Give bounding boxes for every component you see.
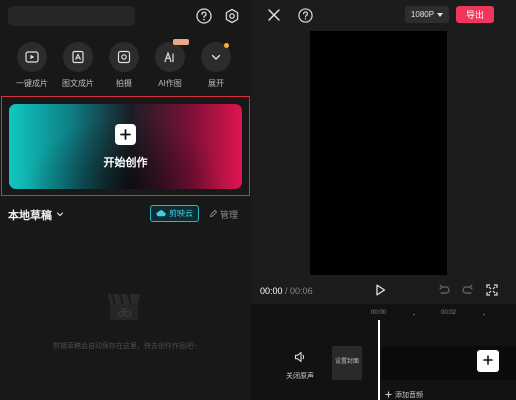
cloud-icon: [156, 209, 166, 219]
time-display: 00:00 / 00:06: [260, 286, 313, 296]
settings-icon[interactable]: [223, 7, 241, 25]
resolution-dropdown[interactable]: 1080P: [405, 6, 449, 23]
quick-action-label: 拍摄: [116, 79, 132, 88]
quick-action-ai-image[interactable]: AI作图: [150, 39, 190, 89]
current-time: 00:00: [260, 286, 283, 296]
timeline-tick: 00:02: [441, 310, 457, 316]
quick-action-label: 展开: [208, 79, 224, 88]
add-audio-button[interactable]: 添加音频: [385, 390, 423, 400]
plus-icon: [115, 124, 136, 145]
manage-label: 管理: [220, 210, 239, 220]
camera-icon: [109, 42, 139, 72]
home-panel: 一键成片 图文成片 拍摄 AI作图 展开 开始创作 本地草稿 剪映云 管理 剪辑…: [0, 0, 250, 400]
speaker-icon: [294, 350, 306, 367]
plus-icon: [385, 391, 392, 400]
close-icon[interactable]: [265, 6, 283, 24]
chevron-down-icon: [201, 42, 231, 72]
video-preview[interactable]: [310, 31, 447, 275]
plus-icon: [483, 352, 493, 370]
quick-action-shoot[interactable]: 拍摄: [104, 42, 144, 89]
quick-action-one-click[interactable]: 一键成片: [12, 42, 52, 89]
quick-action-label: 一键成片: [16, 79, 48, 88]
quick-action-image-text[interactable]: 图文成片: [58, 42, 98, 89]
local-drafts-title: 本地草稿: [8, 210, 52, 222]
notification-dot: [224, 43, 229, 48]
play-square-icon: [17, 42, 47, 72]
start-creation-button[interactable]: 开始创作: [9, 104, 242, 189]
quick-action-label: AI作图: [158, 79, 182, 88]
edit-icon: [209, 209, 218, 220]
start-creation-label: 开始创作: [103, 157, 148, 169]
mute-original-button[interactable]: 关闭原声: [285, 350, 315, 381]
ai-badge: [173, 39, 189, 45]
total-time: / 00:06: [285, 286, 313, 296]
timeline-dot: •: [413, 313, 416, 319]
playhead[interactable]: [378, 320, 380, 400]
undo-icon[interactable]: [437, 283, 451, 297]
add-audio-label: 添加音频: [395, 392, 423, 399]
set-cover-button[interactable]: 设置封面: [332, 346, 362, 380]
timeline-tick: 00:00: [371, 310, 387, 316]
editor-panel: 1080P 导出 00:00 / 00:06 00:00 • 00:02 • 关…: [251, 0, 516, 400]
chevron-down-icon: [56, 209, 64, 221]
help-icon[interactable]: [296, 6, 314, 24]
cloud-label: 剪映云: [169, 209, 193, 218]
image-text-icon: [63, 42, 93, 72]
empty-drafts-icon: [102, 284, 146, 328]
timeline-dot: •: [483, 313, 486, 319]
fullscreen-icon[interactable]: [485, 283, 499, 297]
add-clip-button[interactable]: [477, 350, 499, 372]
redo-icon[interactable]: [461, 283, 475, 297]
quick-action-label: 图文成片: [62, 79, 94, 88]
empty-drafts-text: 剪辑草稿会自动保存在这里，快去创作作品吧~: [52, 343, 198, 350]
quick-action-expand[interactable]: 展开: [196, 42, 236, 89]
search-bar[interactable]: [8, 6, 135, 26]
manage-button[interactable]: 管理: [209, 208, 238, 221]
help-icon[interactable]: [195, 7, 213, 25]
start-creation-highlight: 开始创作: [1, 96, 250, 196]
ai-image-icon: [155, 39, 189, 72]
play-icon[interactable]: [373, 283, 387, 297]
timeline[interactable]: 00:00 • 00:02 • 关闭原声 设置封面 添加音频: [251, 304, 516, 400]
mute-original-label: 关闭原声: [286, 373, 314, 380]
caret-down-icon: [437, 10, 444, 19]
local-drafts-dropdown[interactable]: 本地草稿: [8, 207, 64, 223]
export-button[interactable]: 导出: [456, 6, 494, 23]
resolution-label: 1080P: [410, 10, 435, 19]
cloud-button[interactable]: 剪映云: [150, 205, 199, 222]
